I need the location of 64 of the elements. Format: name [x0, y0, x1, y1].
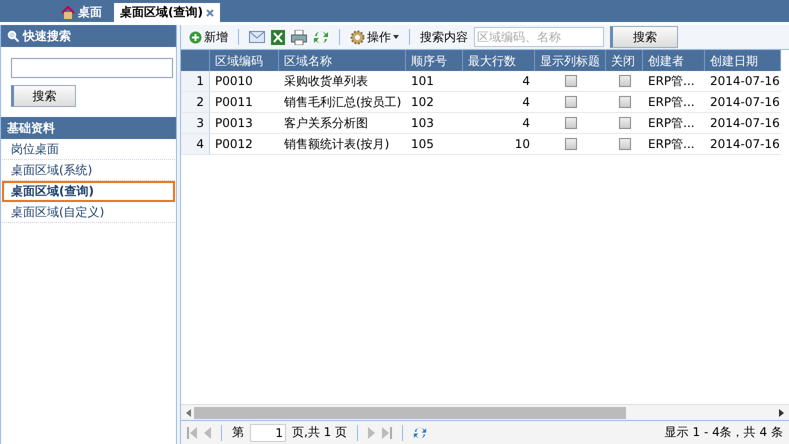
- column-header[interactable]: 顺序号: [406, 50, 463, 73]
- column-header[interactable]: 显示列标题: [535, 50, 606, 73]
- sidebar-item[interactable]: 岗位桌面: [2, 139, 175, 160]
- close-icon[interactable]: [206, 8, 214, 16]
- record-summary: 显示 1 - 4条，共 4 条: [664, 424, 783, 441]
- search-button[interactable]: 搜索: [610, 26, 678, 48]
- table-cell: ERP管...: [643, 71, 705, 92]
- checkbox[interactable]: [618, 138, 630, 150]
- caret-icon: [393, 35, 399, 39]
- table-cell: 2014-07-16: [705, 71, 781, 92]
- column-header[interactable]: 创建者: [643, 50, 705, 73]
- sidebar-item[interactable]: 桌面区域(自定义): [2, 202, 175, 223]
- row-number: 1: [181, 71, 210, 92]
- sidebar-item[interactable]: 桌面区域(查询): [2, 181, 175, 202]
- gear-icon: [350, 30, 365, 44]
- checkbox[interactable]: [564, 117, 576, 129]
- search-icon: [7, 30, 19, 42]
- checkbox[interactable]: [564, 75, 576, 87]
- first-page-icon[interactable]: [187, 426, 197, 438]
- section-title: 基础资料: [7, 120, 55, 136]
- page-count: 页,共 1 页: [292, 424, 348, 441]
- house-icon: [61, 6, 75, 19]
- search-label: 搜索内容: [420, 28, 468, 46]
- plus-icon: [189, 30, 202, 44]
- operations-menu-button[interactable]: 操作: [350, 28, 399, 46]
- printer-icon[interactable]: [291, 30, 307, 44]
- checkbox[interactable]: [564, 138, 576, 150]
- scroll-left-icon[interactable]: [186, 408, 191, 416]
- mail-icon[interactable]: [249, 31, 265, 43]
- tab[interactable]: 桌面区域(查询): [114, 3, 220, 22]
- header-cell: [181, 50, 210, 73]
- table-cell: 101: [406, 71, 463, 92]
- horizontal-scrollbar[interactable]: [181, 404, 789, 420]
- table-cell: P0010: [210, 71, 279, 92]
- checkbox[interactable]: [618, 96, 630, 108]
- refresh-icon[interactable]: [313, 30, 329, 44]
- spreadsheet-icon[interactable]: [271, 30, 285, 44]
- checkbox[interactable]: [618, 75, 630, 87]
- search-button[interactable]: 搜索: [11, 85, 76, 107]
- checkbox[interactable]: [564, 96, 576, 108]
- next-page-icon[interactable]: [368, 426, 376, 438]
- refresh-icon[interactable]: [413, 426, 428, 440]
- column-header[interactable]: 区域编码: [210, 50, 279, 73]
- row-number: 3: [181, 113, 210, 134]
- search-field[interactable]: [11, 58, 173, 78]
- tab[interactable]: 桌面: [55, 3, 108, 22]
- last-page-icon[interactable]: [382, 426, 392, 438]
- page-label: 第: [232, 424, 244, 441]
- row-number: 2: [181, 92, 210, 113]
- add-button[interactable]: 新增: [189, 28, 228, 46]
- scroll-right-icon[interactable]: [779, 408, 784, 416]
- row-number: 4: [181, 134, 210, 155]
- previous-page-icon[interactable]: [203, 426, 211, 438]
- checkbox[interactable]: [618, 117, 630, 129]
- column-header[interactable]: 最大行数: [463, 50, 535, 73]
- column-header[interactable]: 创建日期: [705, 50, 781, 73]
- panel-title: 快速搜索: [23, 28, 71, 44]
- sidebar-item[interactable]: 桌面区域(系统): [2, 160, 175, 181]
- column-header[interactable]: 关闭: [606, 50, 643, 73]
- column-header[interactable]: 区域名称: [279, 50, 406, 73]
- page-field[interactable]: 1: [250, 424, 286, 442]
- search-field[interactable]: 区域编码、名称: [474, 27, 604, 47]
- table-cell: 采购收货单列表: [279, 71, 406, 92]
- table-cell: 4: [463, 71, 535, 92]
